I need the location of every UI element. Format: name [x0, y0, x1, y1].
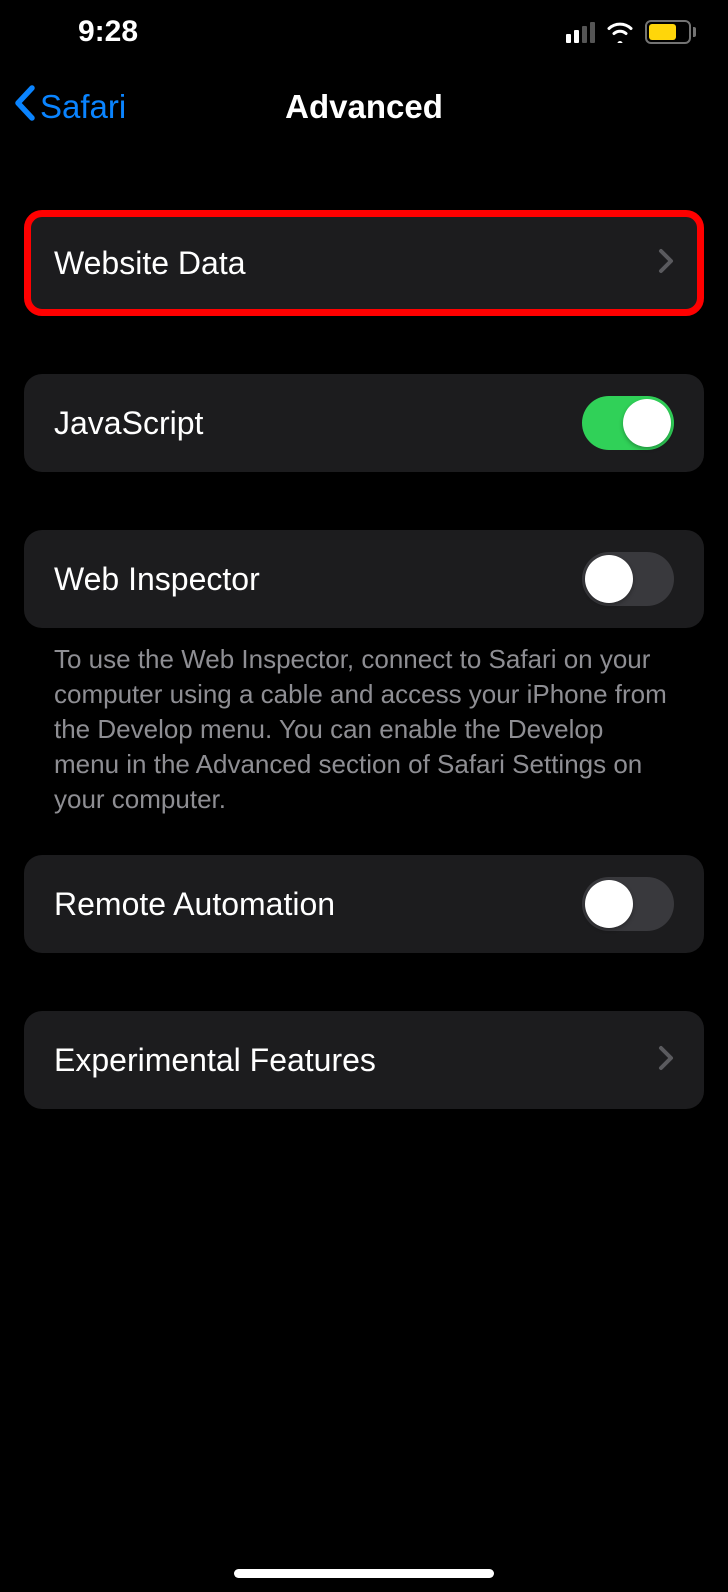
cellular-signal-icon	[566, 21, 595, 43]
page-title: Advanced	[285, 88, 443, 126]
javascript-label: JavaScript	[54, 405, 203, 442]
website-data-label: Website Data	[54, 245, 246, 282]
web-inspector-toggle[interactable]	[582, 552, 674, 606]
chevron-left-icon	[12, 84, 38, 130]
group-javascript: JavaScript	[24, 374, 704, 472]
back-button-label: Safari	[40, 88, 126, 126]
web-inspector-footer: To use the Web Inspector, connect to Saf…	[24, 628, 704, 817]
home-indicator[interactable]	[234, 1569, 494, 1578]
group-website-data: Website Data	[24, 210, 704, 316]
group-web-inspector: Web Inspector To use the Web Inspector, …	[24, 530, 704, 817]
chevron-right-icon	[658, 1042, 674, 1079]
status-icons	[566, 20, 696, 44]
javascript-row: JavaScript	[24, 374, 704, 472]
remote-automation-toggle[interactable]	[582, 877, 674, 931]
remote-automation-label: Remote Automation	[54, 886, 335, 923]
status-time: 9:28	[78, 15, 138, 49]
content: Website Data JavaScript Web Inspector To…	[0, 150, 728, 1109]
battery-icon	[645, 20, 696, 44]
web-inspector-label: Web Inspector	[54, 561, 260, 598]
back-button[interactable]: Safari	[12, 84, 126, 130]
javascript-toggle[interactable]	[582, 396, 674, 450]
experimental-features-row[interactable]: Experimental Features	[24, 1011, 704, 1109]
experimental-features-label: Experimental Features	[54, 1042, 376, 1079]
web-inspector-row: Web Inspector	[24, 530, 704, 628]
status-bar: 9:28	[0, 0, 728, 64]
nav-bar: Safari Advanced	[0, 64, 728, 150]
group-remote-automation: Remote Automation	[24, 855, 704, 953]
wifi-icon	[605, 21, 635, 43]
remote-automation-row: Remote Automation	[24, 855, 704, 953]
group-experimental-features: Experimental Features	[24, 1011, 704, 1109]
chevron-right-icon	[658, 245, 674, 282]
website-data-row[interactable]: Website Data	[24, 210, 704, 316]
